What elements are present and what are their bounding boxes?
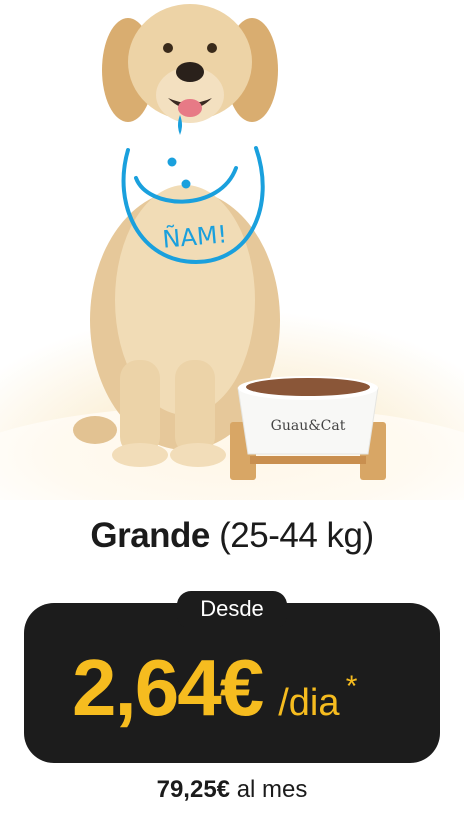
- daily-price: 2,64€ /dia *: [72, 642, 357, 732]
- size-range: (25-44 kg): [219, 516, 374, 555]
- daily-price-unit: /dia *: [278, 670, 357, 725]
- size-name: Grande: [90, 516, 210, 555]
- daily-price-amount: 2,64€: [72, 643, 264, 732]
- svg-text:Guau&Cat: Guau&Cat: [271, 418, 346, 434]
- monthly-price: 79,25€ al mes: [0, 776, 464, 804]
- hero-image: ÑAM! Guau&Cat: [0, 0, 464, 500]
- monthly-price-amount: 79,25€: [156, 776, 231, 803]
- food-bowl: Guau&Cat: [230, 376, 386, 480]
- monthly-price-label: al mes: [236, 776, 308, 803]
- desde-tab: Desde: [177, 591, 287, 629]
- size-title: Grande (25-44 kg): [0, 516, 464, 556]
- daily-unit-label: /dia: [278, 682, 340, 724]
- drool-drops: [167, 115, 191, 189]
- asterisk-mark: *: [345, 670, 358, 703]
